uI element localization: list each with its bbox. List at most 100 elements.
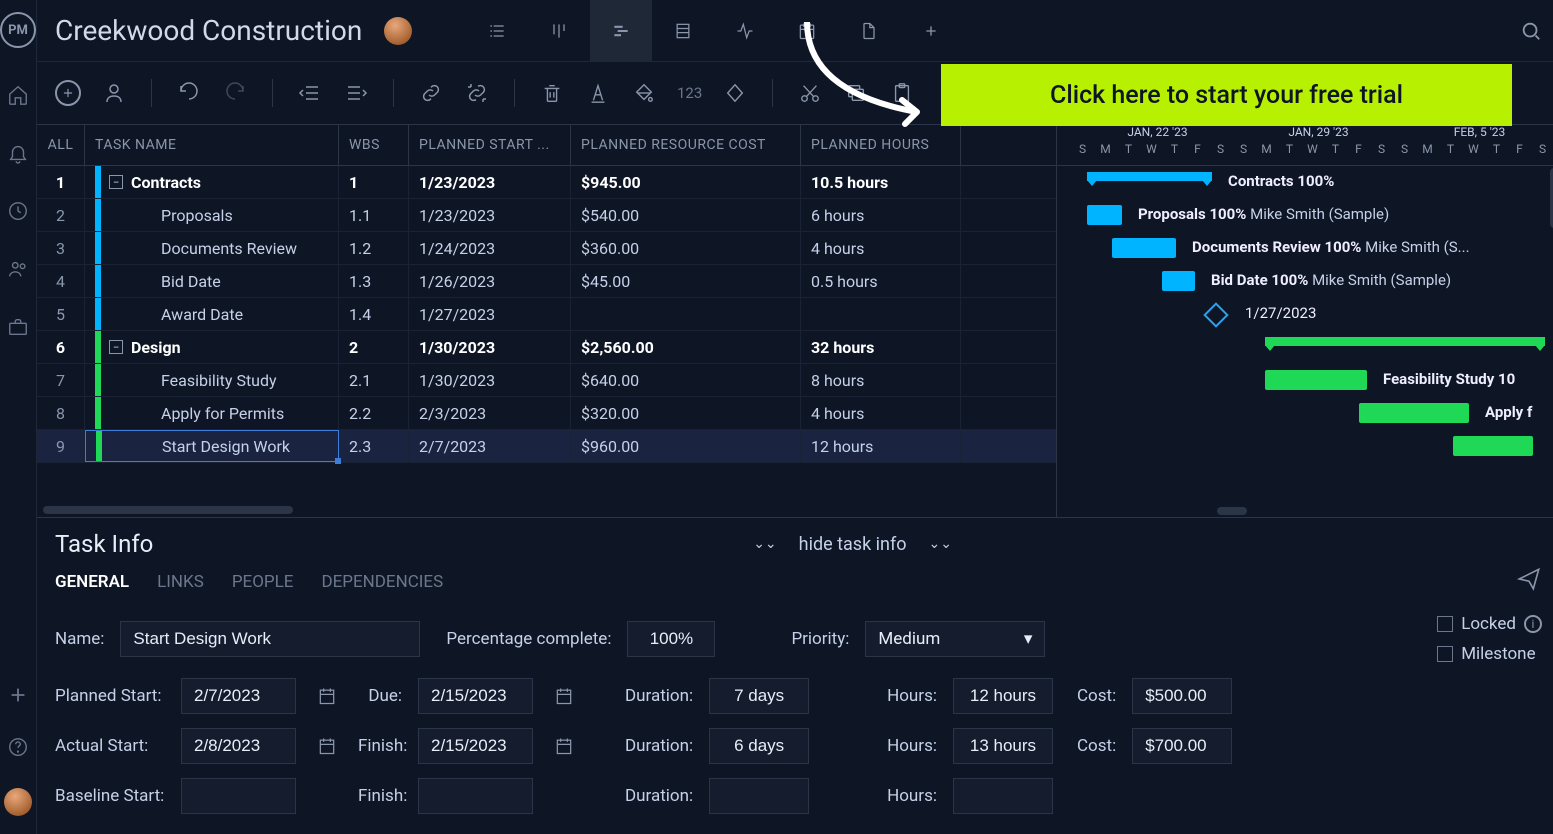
table-row[interactable]: 7Feasibility Study2.11/30/2023$640.008 h… [37, 364, 1056, 397]
baseline-start-label: Baseline Start: [55, 786, 165, 806]
tab-dependencies[interactable]: DEPENDENCIES [321, 572, 443, 592]
a-hours-label: Hours: [887, 736, 937, 756]
collapse-toggle[interactable]: − [109, 340, 123, 354]
pm-logo[interactable]: PM [0, 12, 36, 48]
table-row[interactable]: 1−Contracts11/23/2023$945.0010.5 hours [37, 166, 1056, 199]
p-cost-field[interactable] [1132, 678, 1232, 714]
view-sheet[interactable] [652, 0, 714, 62]
view-add[interactable] [900, 0, 962, 62]
planned-start-label: Planned Start: [55, 686, 165, 706]
grid-header: ALL TASK NAME WBS PLANNED START ... PLAN… [37, 124, 1056, 166]
view-activity[interactable] [714, 0, 776, 62]
view-list[interactable] [466, 0, 528, 62]
col-task-name[interactable]: TASK NAME [85, 125, 339, 165]
p-cost-label: Cost: [1077, 686, 1116, 706]
col-planned-hours[interactable]: PLANNED HOURS [801, 125, 961, 165]
col-resource-cost[interactable]: PLANNED RESOURCE COST [571, 125, 801, 165]
view-board[interactable] [528, 0, 590, 62]
view-gantt[interactable] [590, 0, 652, 62]
col-wbs[interactable]: WBS [339, 125, 409, 165]
briefcase-icon[interactable] [7, 316, 29, 338]
people-icon[interactable] [7, 258, 29, 280]
calendar-icon[interactable] [549, 681, 579, 711]
fill-button[interactable] [631, 80, 657, 106]
a-duration-field[interactable] [709, 728, 809, 764]
help-icon[interactable] [7, 736, 29, 758]
b-hours-field[interactable] [953, 778, 1053, 814]
table-row[interactable]: 6−Design21/30/2023$2,560.0032 hours [37, 331, 1056, 364]
user-avatar[interactable] [4, 788, 32, 816]
chevron-down-icon: ▾ [1024, 629, 1033, 649]
table-row[interactable]: 2Proposals1.11/23/2023$540.006 hours [37, 199, 1056, 232]
calendar-icon[interactable] [312, 731, 342, 761]
b-finish-field[interactable] [418, 778, 533, 814]
finish-field[interactable] [418, 728, 533, 764]
calendar-icon[interactable] [312, 681, 342, 711]
h-scrollbar[interactable] [37, 503, 1056, 517]
gantt-chart[interactable]: Contracts 100%Proposals 100% Mike Smith … [1057, 166, 1553, 517]
tab-links[interactable]: LINKS [157, 572, 204, 592]
tab-general[interactable]: GENERAL [55, 572, 129, 592]
tab-people[interactable]: PEOPLE [232, 572, 294, 592]
pct-field[interactable] [627, 621, 715, 657]
plus-icon[interactable] [7, 684, 29, 706]
info-icon[interactable]: i [1524, 615, 1542, 633]
p-hours-field[interactable] [953, 678, 1053, 714]
send-icon[interactable] [1516, 566, 1542, 592]
table-row[interactable]: 3Documents Review1.21/24/2023$360.004 ho… [37, 232, 1056, 265]
undo-button[interactable] [176, 80, 202, 106]
table-row[interactable]: 4Bid Date1.31/26/2023$45.000.5 hours [37, 265, 1056, 298]
actual-start-label: Actual Start: [55, 736, 165, 756]
planned-start-field[interactable] [181, 678, 296, 714]
delete-button[interactable] [539, 80, 565, 106]
due-field[interactable] [418, 678, 533, 714]
outdent-button[interactable] [297, 80, 323, 106]
milestone-button[interactable] [722, 80, 748, 106]
table-row[interactable]: 5Award Date1.41/27/2023 [37, 298, 1056, 331]
view-files[interactable] [838, 0, 900, 62]
link-button[interactable] [418, 80, 444, 106]
project-avatar[interactable] [384, 17, 412, 45]
milestone-checkbox[interactable] [1437, 646, 1453, 662]
col-all[interactable]: ALL [37, 125, 85, 165]
cut-button[interactable] [797, 80, 823, 106]
cta-banner[interactable]: Click here to start your free trial [941, 64, 1512, 126]
gantt-h-scrollbar[interactable] [1217, 507, 1247, 515]
b-finish-label: Finish: [358, 786, 402, 806]
b-duration-field[interactable] [709, 778, 809, 814]
gantt-days: SMTWTFSSMTWTFSSMTWTFS [1057, 142, 1553, 165]
task-info-title: Task Info [55, 530, 153, 558]
p-duration-field[interactable] [709, 678, 809, 714]
table-row[interactable]: 8Apply for Permits2.22/3/2023$320.004 ho… [37, 397, 1056, 430]
a-cost-field[interactable] [1132, 728, 1232, 764]
unlink-button[interactable] [464, 80, 490, 106]
search-icon[interactable] [1520, 20, 1542, 42]
collapse-toggle[interactable]: − [109, 175, 123, 189]
add-task-button[interactable] [55, 80, 81, 106]
a-hours-field[interactable] [953, 728, 1053, 764]
number-hint: 123 [677, 84, 702, 102]
project-title: Creekwood Construction [55, 14, 362, 47]
redo-button[interactable] [222, 80, 248, 106]
text-format-button[interactable] [585, 80, 611, 106]
baseline-start-field[interactable] [181, 778, 296, 814]
bell-icon[interactable] [7, 142, 29, 164]
clock-icon[interactable] [7, 200, 29, 222]
locked-checkbox[interactable] [1437, 616, 1453, 632]
indent-button[interactable] [343, 80, 369, 106]
paste-button[interactable] [889, 80, 915, 106]
actual-start-field[interactable] [181, 728, 296, 764]
calendar-icon[interactable] [549, 731, 579, 761]
b-duration-label: Duration: [625, 786, 693, 806]
home-icon[interactable] [7, 84, 29, 106]
view-calendar[interactable] [776, 0, 838, 62]
table-row[interactable]: 9Start Design Work2.32/7/2023$960.0012 h… [37, 430, 1056, 463]
assign-button[interactable] [101, 80, 127, 106]
name-field[interactable] [120, 621, 420, 657]
a-duration-label: Duration: [625, 736, 693, 756]
p-hours-label: Hours: [887, 686, 937, 706]
hide-task-info-link[interactable]: ⌄⌄ hide task info ⌄⌄ [753, 534, 952, 555]
priority-select[interactable]: Medium▾ [865, 621, 1045, 657]
col-planned-start[interactable]: PLANNED START ... [409, 125, 571, 165]
copy-button[interactable] [843, 80, 869, 106]
